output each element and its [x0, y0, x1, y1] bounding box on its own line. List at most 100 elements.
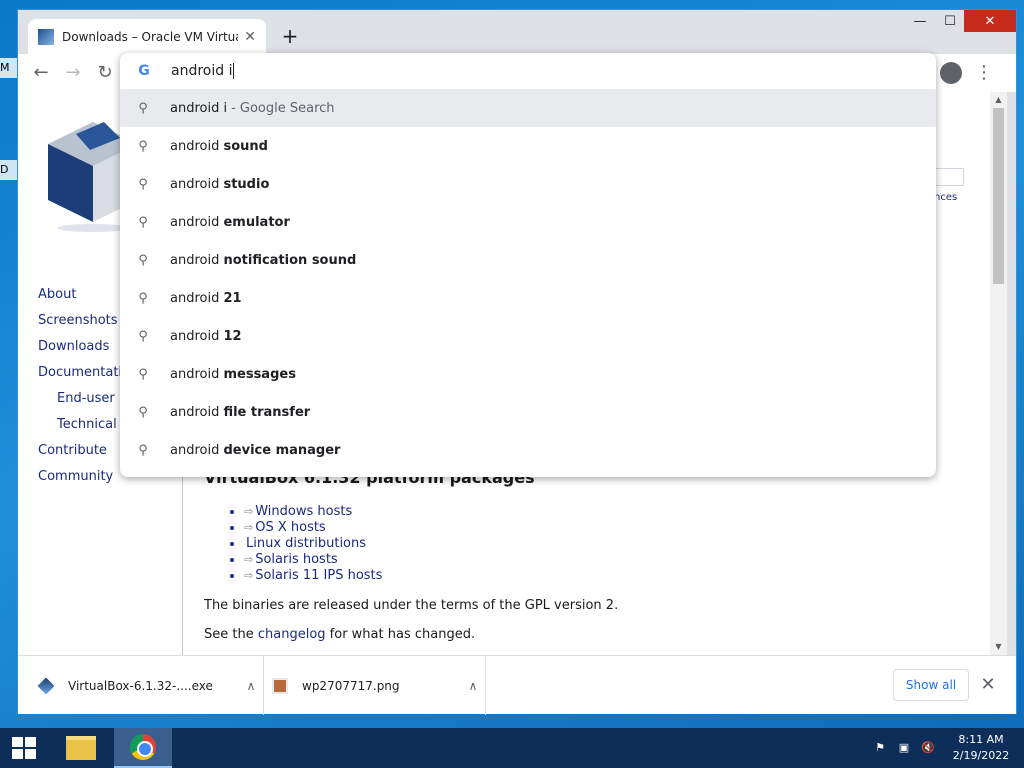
suggestion-item[interactable]: ⚲ android sound	[120, 127, 936, 165]
package-link-windows[interactable]: ⇨Windows hosts	[244, 504, 964, 520]
site-link[interactable]: nces	[934, 192, 957, 203]
suggestion-prefix: android	[170, 404, 224, 420]
chrome-icon	[130, 734, 156, 760]
package-link-solaris[interactable]: ⇨Solaris hosts	[244, 552, 964, 568]
forward-button[interactable]: →	[60, 60, 86, 86]
tab-close-icon[interactable]: ✕	[244, 29, 256, 45]
image-file-icon	[272, 677, 288, 694]
taskbar-file-explorer[interactable]	[52, 728, 110, 768]
changelog-link[interactable]: changelog	[258, 627, 326, 642]
suggestion-completion: emulator	[223, 214, 290, 230]
minimize-button[interactable]: —	[906, 10, 934, 32]
page-main-content: VirtualBox 6.1.32 platform packages ⇨Win…	[204, 466, 964, 643]
package-link-solaris-ips[interactable]: ⇨Solaris 11 IPS hosts	[244, 568, 964, 584]
virtualbox-favicon-icon	[38, 28, 54, 45]
search-icon: ⚲	[138, 176, 148, 192]
folder-icon	[66, 736, 96, 760]
package-label: Windows hosts	[255, 504, 353, 519]
omnibox-dropdown: G android i ⚲ android i- Google Search ⚲ a…	[120, 53, 936, 477]
taskbar: ⚑ ▣ 🔇 8:11 AM 2/19/2022	[0, 728, 1024, 768]
content-divider	[182, 452, 183, 655]
reload-button[interactable]: ↻	[92, 60, 118, 86]
address-bar[interactable]: G android i	[120, 53, 936, 89]
suggestion-item[interactable]: ⚲ android device manager	[120, 431, 936, 469]
scroll-thumb[interactable]	[993, 108, 1004, 284]
suggestion-item[interactable]: ⚲ android studio	[120, 165, 936, 203]
package-label: Solaris 11 IPS hosts	[255, 568, 383, 583]
new-tab-button[interactable]: +	[278, 24, 302, 48]
suggestion-item[interactable]: ⚲ android emulator	[120, 203, 936, 241]
package-label: Linux distributions	[246, 536, 367, 551]
taskbar-chrome[interactable]	[114, 728, 172, 768]
scroll-up-icon[interactable]: ▲	[990, 92, 1007, 108]
search-icon: ⚲	[138, 252, 148, 268]
clock-date: 2/19/2022	[952, 749, 1010, 762]
maximize-button[interactable]: ☐	[936, 10, 964, 32]
package-link-osx[interactable]: ⇨OS X hosts	[244, 520, 964, 536]
close-downloads-bar-icon[interactable]: ✕	[978, 673, 998, 697]
close-window-button[interactable]: ✕	[964, 10, 1016, 32]
address-input-value: android i	[171, 63, 233, 79]
back-button[interactable]: ←	[28, 60, 54, 86]
suggestion-prefix: android	[170, 176, 224, 192]
search-icon: ⚲	[138, 100, 148, 116]
suggestion-prefix: android	[170, 328, 224, 344]
suggestion-completion: 21	[223, 290, 242, 306]
search-icon: ⚲	[138, 328, 148, 344]
suggestion-item[interactable]: ⚲ android notification sound	[120, 241, 936, 279]
suggestion-completion: sound	[223, 138, 268, 154]
suggestion-completion: notification sound	[223, 252, 357, 268]
suggestion-item[interactable]: ⚲ android i- Google Search	[120, 89, 936, 127]
google-icon: G	[138, 63, 150, 79]
scroll-down-icon[interactable]: ▼	[990, 639, 1007, 655]
license-text: The binaries are released under the term…	[204, 598, 619, 613]
address-input[interactable]: android i	[171, 63, 235, 79]
system-tray: ⚑ ▣ 🔇	[872, 740, 936, 756]
external-link-icon: ⇨	[244, 553, 254, 566]
suggestion-item[interactable]: ⚲ android 21	[120, 279, 936, 317]
package-link-linux[interactable]: Linux distributions	[244, 536, 964, 552]
search-icon: ⚲	[138, 404, 148, 420]
suggestion-item[interactable]: ⚲ android file transfer	[120, 393, 936, 431]
system-clock[interactable]: 8:11 AM 2/19/2022	[946, 732, 1016, 764]
suggestion-prefix: android	[170, 252, 224, 268]
network-icon[interactable]: ▣	[896, 740, 912, 756]
site-search-input[interactable]	[934, 168, 964, 186]
volume-muted-icon[interactable]: 🔇	[920, 740, 936, 756]
external-link-icon: ⇨	[244, 569, 254, 582]
external-link-icon: ⇨	[244, 505, 254, 518]
suggestion-item[interactable]: ⚲ android 12	[120, 317, 936, 355]
suggestion-prefix: android	[170, 138, 224, 154]
clock-time: 8:11 AM	[958, 733, 1004, 746]
suggestion-completion: device manager	[223, 442, 341, 458]
suggestion-completion: studio	[223, 176, 270, 192]
suggestion-suffix: - Google Search	[231, 100, 335, 116]
downloads-bar: VirtualBox-6.1.32-....exe ∧ wp2707717.pn…	[18, 655, 1016, 715]
tab-virtualbox-downloads[interactable]: Downloads – Oracle VM VirtualBox ✕	[28, 19, 266, 54]
suggestion-prefix: android	[170, 366, 224, 382]
browser-menu-icon[interactable]: ⋮	[974, 60, 994, 86]
package-list: ⇨Windows hosts ⇨OS X hosts Linux distrib…	[244, 504, 964, 584]
text-caret	[233, 63, 235, 79]
changelog-text: See the changelog for what has changed.	[204, 627, 964, 643]
profile-avatar-icon[interactable]	[940, 62, 962, 84]
download-filename: VirtualBox-6.1.32-....exe	[68, 678, 213, 693]
tab-title: Downloads – Oracle VM VirtualBox	[62, 29, 238, 44]
start-button[interactable]	[0, 728, 48, 768]
chevron-up-icon[interactable]: ∧	[461, 679, 485, 693]
page-scrollbar[interactable]: ▲ ▼	[990, 92, 1007, 655]
show-all-downloads-button[interactable]: Show all	[893, 669, 969, 701]
search-icon: ⚲	[138, 290, 148, 306]
suggestion-item[interactable]: ⚲ android messages	[120, 355, 936, 393]
download-filename: wp2707717.png	[302, 678, 400, 693]
suggestion-prefix: android	[170, 442, 224, 458]
package-label: OS X hosts	[255, 520, 326, 535]
external-link-icon: ⇨	[244, 521, 254, 534]
download-item[interactable]: wp2707717.png ∧	[272, 656, 486, 715]
download-item[interactable]: VirtualBox-6.1.32-....exe ∧	[37, 656, 264, 715]
suggestion-completion: 12	[223, 328, 242, 344]
action-center-flag-icon[interactable]: ⚑	[872, 740, 888, 756]
tab-strip: Downloads – Oracle VM VirtualBox ✕ + — ☐…	[18, 10, 1016, 54]
chevron-up-icon[interactable]: ∧	[239, 679, 263, 693]
suggestion-completion: messages	[223, 366, 296, 382]
